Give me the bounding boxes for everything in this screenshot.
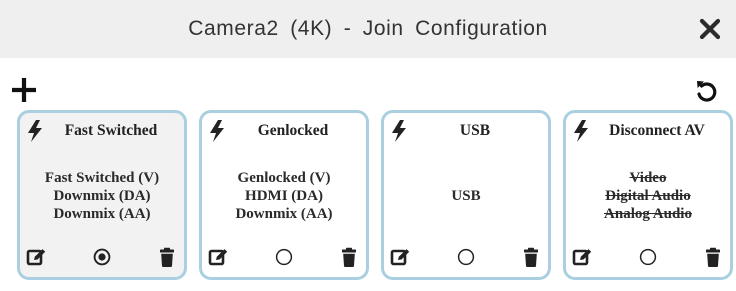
lightning-bolt-icon [210, 120, 224, 142]
card-actions [566, 247, 730, 269]
card-signal-line: Downmix (DA) [53, 188, 151, 204]
card-signal-line: USB [451, 188, 481, 204]
card-title: Fast Switched [64, 122, 158, 139]
card-actions [384, 247, 548, 269]
radio-checked-icon[interactable] [92, 247, 112, 267]
trash-icon[interactable] [157, 247, 177, 267]
undo-icon[interactable] [694, 78, 718, 102]
edit-icon[interactable] [572, 247, 592, 267]
join-config-cards: Fast Switched Fast Switched (V) Downmix (D… [17, 110, 733, 282]
card-signal-list: Video Digital Audio Analog Audio [570, 166, 726, 226]
radio-unchecked-icon[interactable] [274, 247, 294, 267]
card-signal-line: HDMI (DA) [245, 188, 323, 204]
card-signal-line: Downmix (AA) [235, 206, 333, 222]
lightning-bolt-icon [28, 120, 42, 142]
card-signal-line: Fast Switched (V) [44, 170, 160, 186]
add-icon[interactable] [12, 78, 36, 102]
lightning-bolt-icon [574, 120, 588, 142]
card-signal-line: Genlocked (V) [237, 170, 331, 186]
card-title: USB [459, 122, 491, 139]
card-signal-list: USB [388, 166, 544, 226]
card-actions [20, 247, 184, 269]
trash-icon[interactable] [339, 247, 359, 267]
card-signal-list: Genlocked (V) HDMI (DA) Downmix (AA) [206, 166, 362, 226]
card-title: Genlocked [257, 122, 329, 139]
window-title-bar: Camera2 (4K) - Join Configuration [0, 0, 736, 58]
card-signal-line: Downmix (AA) [53, 206, 151, 222]
lightning-bolt-icon [392, 120, 406, 142]
card-actions [202, 247, 366, 269]
edit-icon[interactable] [208, 247, 228, 267]
card-signal-line: Video [629, 170, 667, 186]
radio-unchecked-icon[interactable] [638, 247, 658, 267]
join-card[interactable]: Disconnect AV Video Digital Audio Analog Au… [563, 110, 733, 280]
card-signal-line: Digital Audio [605, 188, 691, 204]
edit-icon[interactable] [390, 247, 410, 267]
trash-icon[interactable] [521, 247, 541, 267]
card-signal-line: Analog Audio [604, 206, 692, 222]
trash-icon[interactable] [703, 247, 723, 267]
edit-icon[interactable] [26, 247, 46, 267]
window-title: Camera2 (4K) - Join Configuration [188, 17, 548, 40]
radio-unchecked-icon[interactable] [456, 247, 476, 267]
card-title: Disconnect AV [609, 122, 705, 139]
join-card[interactable]: USB USB [381, 110, 551, 280]
card-signal-list: Fast Switched (V) Downmix (DA) Downmix (AA… [24, 166, 180, 226]
close-icon[interactable] [696, 15, 724, 43]
join-card[interactable]: Genlocked Genlocked (V) HDMI (DA) Downmix (… [199, 110, 369, 280]
join-card[interactable]: Fast Switched Fast Switched (V) Downmix (D… [17, 110, 187, 280]
